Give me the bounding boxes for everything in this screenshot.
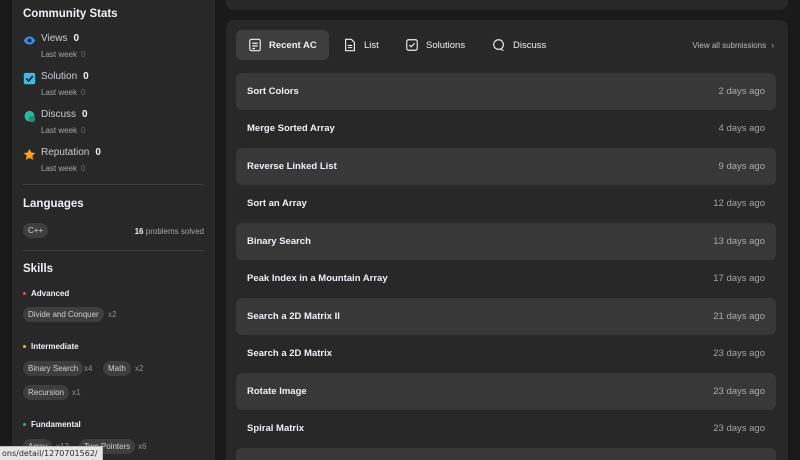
submission-title: Sort an Array [247, 198, 307, 209]
eye-icon [23, 36, 36, 45]
tab-label: Solutions [426, 39, 466, 51]
document-icon [345, 38, 355, 52]
community-stats-title: Community Stats [23, 8, 118, 20]
stat-sub-label: Last week [41, 126, 78, 135]
check-box-icon [406, 39, 418, 51]
stat-label: Solution [41, 71, 78, 82]
submission-row[interactable]: Rotate Image 23 days ago [236, 373, 776, 410]
discuss-icon [493, 39, 504, 52]
view-all-submissions-link[interactable]: View all submissions › [692, 41, 774, 50]
recent-ac-icon [249, 38, 261, 52]
skill-count: x2 [108, 310, 117, 319]
star-icon [23, 148, 36, 160]
submission-title: Reverse Linked List [247, 161, 337, 172]
skill-tag[interactable]: Recursion [23, 385, 70, 400]
submission-time: 12 days ago [713, 198, 765, 209]
submission-row[interactable] [236, 448, 776, 460]
submission-title: Merge Sorted Array [247, 123, 335, 134]
divider [23, 184, 204, 185]
skill-count: x6 [138, 442, 147, 451]
submission-row[interactable]: Sort Colors 2 days ago [236, 73, 776, 110]
stat-label: Reputation [41, 147, 90, 158]
submission-title: Sort Colors [247, 86, 299, 97]
submission-title: Peak Index in a Mountain Array [247, 273, 388, 284]
stat-value: 0 [83, 71, 89, 82]
submission-title: Binary Search [247, 236, 311, 247]
language-tag[interactable]: C++ [23, 223, 49, 238]
submission-time: 23 days ago [713, 386, 765, 397]
chat-bubble-icon [24, 110, 36, 123]
submission-row[interactable]: Merge Sorted Array 4 days ago [236, 110, 776, 147]
skill-level-advanced: Advanced [23, 289, 69, 298]
tab-solutions[interactable]: Solutions [393, 30, 477, 60]
skill-tag[interactable]: Divide and Conquer [23, 307, 104, 322]
submission-time: 17 days ago [713, 273, 765, 284]
language-solved-count: 16 problems solved [134, 227, 204, 236]
stat-value: 0 [82, 109, 88, 120]
stat-sub-label: Last week [41, 88, 78, 97]
stat-sub-label: Last week [41, 164, 78, 173]
submission-time: 2 days ago [718, 86, 765, 97]
tab-label: Discuss [513, 39, 547, 51]
stat-discuss: Discuss 0 Last week 0 [23, 109, 208, 141]
submission-time: 13 days ago [713, 236, 765, 247]
browser-status-url: ons/detail/1270701562/ [0, 446, 103, 460]
stat-value: 0 [73, 33, 80, 44]
submission-row[interactable]: Binary Search 13 days ago [236, 223, 776, 260]
stat-sub-value: 0 [81, 126, 86, 135]
stat-label: Discuss [41, 109, 77, 120]
skill-level-fundamental: Fundamental [23, 420, 81, 429]
top-card [226, 0, 788, 10]
skill-count: x2 [135, 364, 144, 373]
skill-tag[interactable]: Math [103, 361, 131, 376]
stat-solution: Solution 0 Last week 0 [23, 71, 208, 103]
tab-recent-ac[interactable]: Recent AC [236, 30, 329, 60]
languages-title: Languages [23, 198, 84, 210]
submission-time: 9 days ago [718, 161, 765, 172]
skill-count: x1 [72, 388, 81, 397]
skill-tag[interactable]: Binary Search [23, 361, 84, 376]
tab-label: List [364, 39, 379, 51]
submission-title: Rotate Image [247, 386, 307, 397]
skill-level-intermediate: Intermediate [23, 342, 79, 351]
submission-title: Search a 2D Matrix II [247, 311, 340, 322]
submission-row[interactable]: Spiral Matrix 23 days ago [236, 410, 776, 447]
submission-row[interactable]: Peak Index in a Mountain Array 17 days ag… [236, 260, 776, 297]
stat-label: Views [41, 33, 68, 44]
submission-title: Search a 2D Matrix [247, 348, 333, 359]
divider [23, 250, 204, 251]
tab-list[interactable]: List [331, 30, 391, 60]
tab-discuss[interactable]: Discuss [480, 30, 558, 60]
skills-title: Skills [23, 263, 54, 275]
stat-views: Views 0 Last week 0 [23, 33, 208, 65]
submission-time: 4 days ago [718, 123, 765, 134]
submission-time: 21 days ago [713, 311, 765, 322]
stat-value: 0 [95, 147, 101, 158]
submission-title: Spiral Matrix [247, 423, 305, 434]
submission-row[interactable]: Reverse Linked List 9 days ago [236, 148, 776, 185]
stat-sub-value: 0 [81, 164, 86, 173]
chevron-right-icon: › [771, 41, 774, 50]
submission-row[interactable]: Search a 2D Matrix 23 days ago [236, 335, 776, 372]
skill-count: x4 [84, 364, 93, 373]
submission-row[interactable]: Search a 2D Matrix II 21 days ago [236, 298, 776, 335]
submission-time: 23 days ago [713, 348, 765, 359]
submission-time: 23 days ago [713, 423, 765, 434]
check-square-icon [23, 72, 36, 85]
stat-sub-label: Last week [41, 50, 78, 59]
submission-row[interactable]: Sort an Array 12 days ago [236, 185, 776, 222]
stat-reputation: Reputation 0 Last week 0 [23, 147, 208, 179]
stat-sub-value: 0 [81, 88, 86, 97]
stat-sub-value: 0 [81, 50, 86, 59]
tab-label: Recent AC [269, 39, 317, 51]
